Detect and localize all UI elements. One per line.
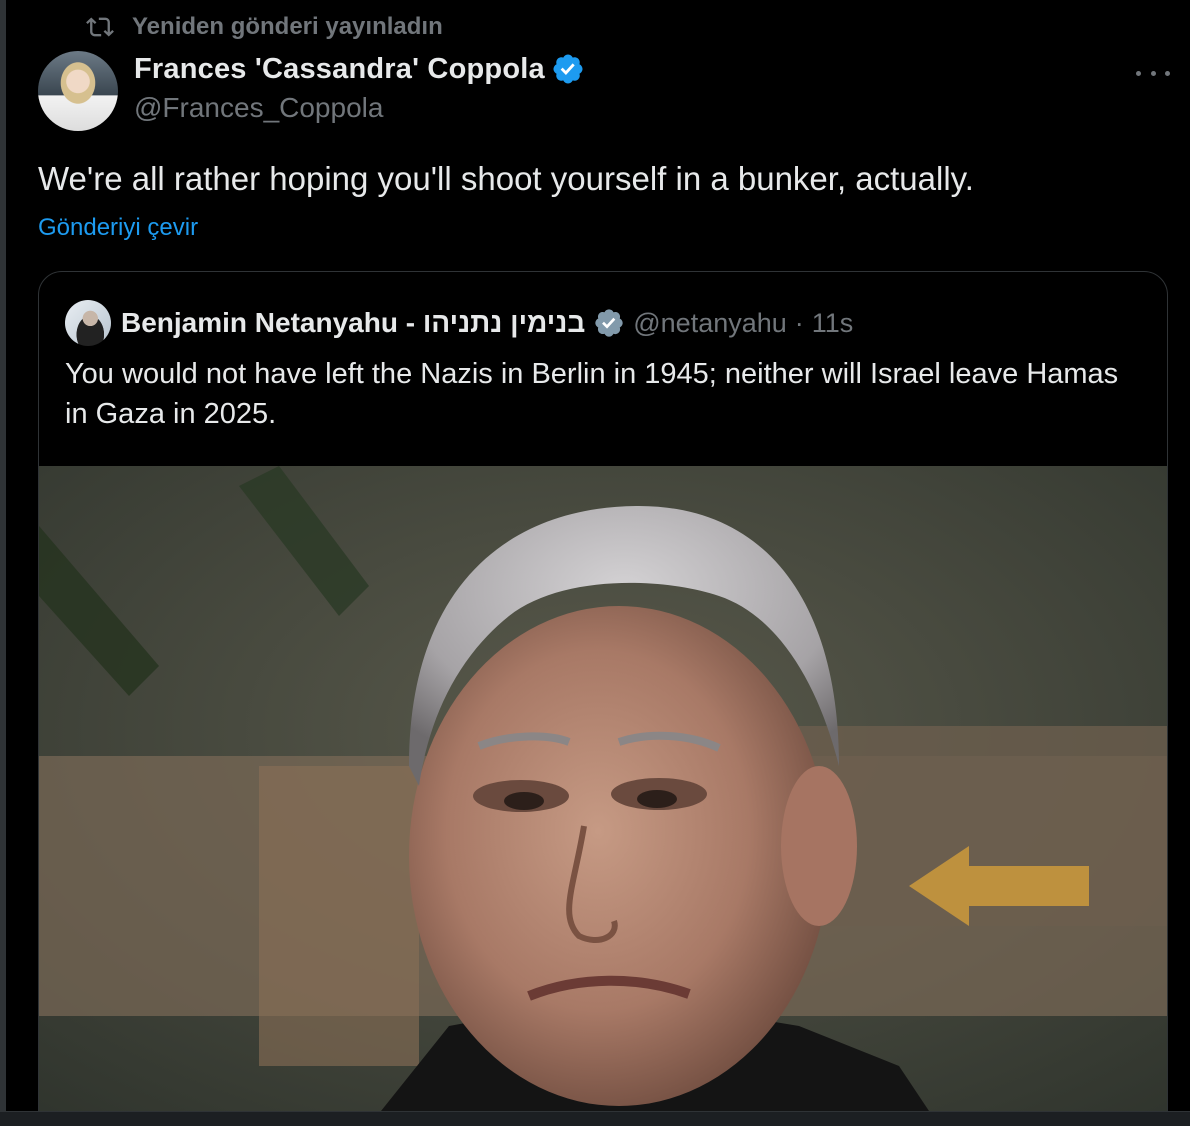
tweet-page: Yeniden gönderi yayınladın Frances 'Cass… xyxy=(0,0,1190,1126)
verified-badge-icon[interactable] xyxy=(551,52,585,86)
quoted-author-name: Benjamin Netanyahu - בנימין נתניהו xyxy=(121,307,586,338)
quoted-tweet-photo[interactable] xyxy=(39,466,1167,1126)
author-info: Frances 'Cassandra' Coppola @Frances_Cop… xyxy=(134,52,585,124)
verified-government-badge-icon xyxy=(595,309,623,337)
column-border xyxy=(0,0,6,1126)
repost-indicator: Yeniden gönderi yayınladın xyxy=(86,10,443,44)
author-name[interactable]: Frances 'Cassandra' Coppola xyxy=(134,53,545,86)
translate-post-link[interactable]: Gönderiyi çevir xyxy=(38,214,198,242)
portrait-photo xyxy=(39,466,1167,1126)
quoted-author-handle: @netanyahu xyxy=(633,307,787,338)
author-handle[interactable]: @Frances_Coppola xyxy=(134,92,585,124)
quoted-tweet-header: Benjamin Netanyahu - בנימין נתניהו @neta… xyxy=(65,300,853,346)
bottom-divider xyxy=(0,1111,1190,1126)
separator-dot: · xyxy=(794,307,804,338)
quoted-author-avatar xyxy=(65,300,111,346)
retweet-icon xyxy=(86,17,114,37)
more-options-icon[interactable] xyxy=(1136,58,1170,88)
tweet-text: We're all rather hoping you'll shoot you… xyxy=(38,160,974,197)
author-avatar[interactable] xyxy=(38,51,118,131)
quoted-tweet-text: You would not have left the Nazis in Ber… xyxy=(65,358,1119,430)
repost-label[interactable]: Yeniden gönderi yayınladın xyxy=(132,13,443,41)
quoted-tweet-time: 11s xyxy=(811,307,854,338)
quoted-tweet-card[interactable]: Benjamin Netanyahu - בנימין נתניהו @neta… xyxy=(38,271,1168,1126)
